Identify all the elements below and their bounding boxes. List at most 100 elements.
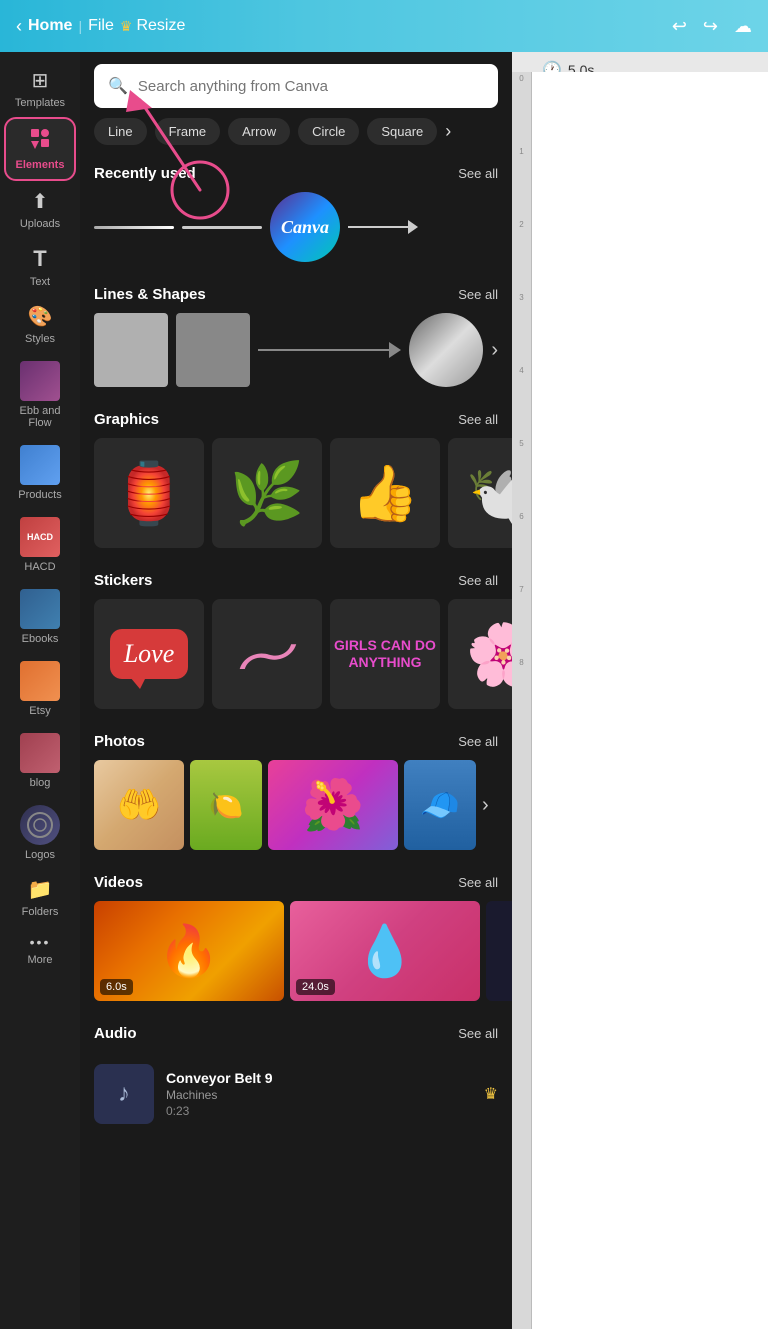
sidebar-item-etsy[interactable]: Etsy: [4, 653, 76, 725]
audio-section: Audio See all: [80, 1015, 512, 1056]
chip-circle[interactable]: Circle: [298, 118, 359, 145]
line-shape-2: [182, 226, 262, 229]
graphic-3[interactable]: 👍: [330, 438, 440, 548]
graphics-see-all[interactable]: See all: [458, 412, 498, 427]
recently-used-header: Recently used See all: [94, 165, 498, 182]
recently-canva-circle[interactable]: Canva: [270, 192, 340, 262]
shape-square-1[interactable]: [94, 313, 168, 387]
logos-thumb: [20, 805, 60, 845]
person-icon: 🧢: [420, 786, 460, 824]
crown-icon: ♛: [120, 18, 133, 35]
canvas-content: [532, 72, 768, 1329]
sidebar-item-logos[interactable]: Logos: [4, 797, 76, 869]
ebb-flow-thumb: [20, 361, 60, 401]
photos-see-all[interactable]: See all: [458, 734, 498, 749]
video-fire[interactable]: 🔥 6.0s: [94, 901, 284, 1001]
sidebar-item-more[interactable]: ••• More: [4, 926, 76, 974]
lines-shapes-see-all[interactable]: See all: [458, 287, 498, 302]
chip-square[interactable]: Square: [367, 118, 437, 145]
videos-title: Videos: [94, 874, 143, 891]
search-box[interactable]: 🔍: [94, 64, 498, 108]
sidebar-item-ebb-flow[interactable]: Ebb and Flow: [4, 353, 76, 437]
sticker-girls-text: GIRLS CAN DO ANYTHING: [330, 637, 440, 671]
sidebar-hacd-label: HACD: [24, 561, 55, 573]
chips-more-icon[interactable]: ›: [445, 121, 451, 142]
premium-icon: ♛: [484, 1084, 498, 1104]
stickers-see-all[interactable]: See all: [458, 573, 498, 588]
graphics-title: Graphics: [94, 411, 159, 428]
audio-info: Conveyor Belt 9 Machines 0:23: [166, 1070, 472, 1118]
folders-icon: 📁: [28, 877, 53, 902]
sidebar-item-styles[interactable]: 🎨 Styles: [4, 296, 76, 353]
video-dark[interactable]: [486, 901, 512, 1001]
graphic-bird-icon: 🕊️: [466, 458, 512, 529]
shape-circle[interactable]: [409, 313, 483, 387]
photo-fruit[interactable]: 🍋: [190, 760, 262, 850]
graphics-header: Graphics See all: [94, 411, 498, 428]
sidebar-products-label: Products: [18, 489, 61, 501]
sidebar-templates-label: Templates: [15, 97, 65, 109]
chip-line[interactable]: Line: [94, 118, 147, 145]
recently-used-see-all[interactable]: See all: [458, 166, 498, 181]
sticker-love[interactable]: Love: [94, 599, 204, 709]
file-menu[interactable]: File: [88, 17, 114, 35]
uploads-icon: ⬆: [32, 189, 49, 214]
search-input[interactable]: [138, 78, 484, 95]
sidebar-item-uploads[interactable]: ⬆ Uploads: [4, 181, 76, 238]
sidebar-item-hacd[interactable]: HACD HACD: [4, 509, 76, 581]
shapes-row: ›: [94, 313, 498, 397]
video-badge-2: 24.0s: [296, 979, 335, 995]
graphic-1[interactable]: 🏮: [94, 438, 204, 548]
sidebar-etsy-label: Etsy: [29, 705, 50, 717]
sidebar-item-products[interactable]: Products: [4, 437, 76, 509]
sidebar-item-elements[interactable]: Elements: [4, 117, 76, 181]
sidebar-item-templates[interactable]: ⊞ Templates: [4, 60, 76, 117]
flower-photo-icon: 🌺: [302, 776, 364, 835]
shapes-more-icon[interactable]: ›: [491, 339, 498, 362]
canva-logo: Canva: [270, 192, 340, 262]
sticker-flower[interactable]: 🌸: [448, 599, 512, 709]
home-link[interactable]: Home: [28, 17, 72, 35]
shape-arrow-long[interactable]: [258, 342, 401, 358]
audio-track[interactable]: ♪ Conveyor Belt 9 Machines 0:23 ♛: [80, 1056, 512, 1136]
video-badge-1: 6.0s: [100, 979, 133, 995]
undo-button[interactable]: ↩: [672, 16, 687, 37]
videos-section: Videos See all 🔥 6.0s 💧 24.0s ›: [80, 864, 512, 1015]
ebooks-thumb: [20, 589, 60, 629]
recently-line2[interactable]: [182, 192, 262, 262]
audio-header: Audio See all: [94, 1025, 498, 1042]
sidebar-item-ebooks[interactable]: Ebooks: [4, 581, 76, 653]
audio-see-all[interactable]: See all: [458, 1026, 498, 1041]
ruler-side: 0 1 2 3 4 5 6 7 8: [512, 72, 532, 1329]
sidebar-item-blog[interactable]: blog: [4, 725, 76, 797]
resize-button[interactable]: Resize: [136, 17, 185, 35]
graphic-2[interactable]: 🌿: [212, 438, 322, 548]
sticker-squiggle[interactable]: 〜: [212, 599, 322, 709]
sticker-girls[interactable]: GIRLS CAN DO ANYTHING: [330, 599, 440, 709]
photo-hands[interactable]: 🤲: [94, 760, 184, 850]
photo-person[interactable]: 🧢: [404, 760, 476, 850]
recently-line1[interactable]: [94, 192, 174, 262]
chip-frame[interactable]: Frame: [155, 118, 221, 145]
photo-flower[interactable]: 🌺: [268, 760, 398, 850]
line-shape: [94, 226, 174, 229]
save-button[interactable]: ☁: [734, 16, 752, 37]
chip-arrow[interactable]: Arrow: [228, 118, 290, 145]
sidebar-ebb-label: Ebb and Flow: [8, 405, 72, 429]
recently-arrow[interactable]: [348, 192, 418, 262]
back-chevron-icon[interactable]: ‹: [16, 16, 22, 37]
graphic-4[interactable]: 🕊️: [448, 438, 512, 548]
video-rain[interactable]: 💧 24.0s: [290, 901, 480, 1001]
audio-track-artist: Machines: [166, 1088, 472, 1102]
shape-square-2[interactable]: [176, 313, 250, 387]
photos-row: 🤲 🍋 🌺 🧢 ›: [94, 760, 498, 860]
videos-see-all[interactable]: See all: [458, 875, 498, 890]
sidebar-item-folders[interactable]: 📁 Folders: [4, 869, 76, 926]
fruit-icon: 🍋: [209, 789, 244, 822]
photos-more-icon[interactable]: ›: [482, 794, 489, 817]
products-thumb: [20, 445, 60, 485]
redo-button[interactable]: ↪: [703, 16, 718, 37]
sidebar-item-text[interactable]: T Text: [4, 238, 76, 296]
graphic-plant-icon: 🌿: [230, 458, 305, 529]
sidebar-logos-label: Logos: [25, 849, 55, 861]
